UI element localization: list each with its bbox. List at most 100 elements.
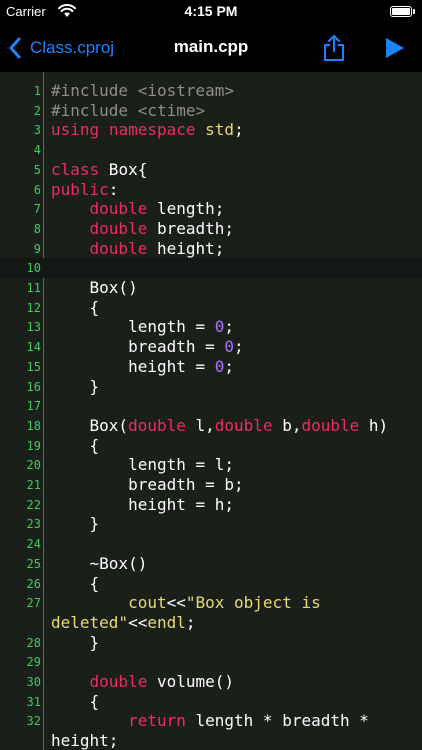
code-token: namespace	[108, 120, 196, 140]
share-icon[interactable]	[322, 34, 346, 62]
code-token: <<	[166, 593, 186, 613]
code-token: double	[301, 415, 360, 435]
line-number: 31	[26, 694, 41, 709]
line-number: 11	[26, 281, 41, 295]
code-token: double	[214, 415, 273, 435]
code-line[interactable]: 3 using namespace std;	[0, 120, 422, 140]
code-token: #include <iostream>	[51, 81, 235, 100]
line-number: 15	[26, 359, 41, 374]
line-code: double breadth;	[51, 218, 235, 239]
code-token: breadth = b;	[51, 475, 244, 494]
code-line[interactable]: 11 Box()	[0, 278, 422, 298]
code-line[interactable]: 21 breadth = b;	[0, 475, 422, 495]
code-token: height;	[147, 238, 225, 258]
code-line[interactable]: 15 height = 0;	[0, 357, 422, 377]
code-token: public	[51, 179, 109, 199]
line-number: 21	[26, 478, 41, 492]
code-token: "Box object is	[185, 593, 321, 613]
code-editor[interactable]: 1 #include <iostream> 2 #include <ctime> 3 us…	[0, 72, 422, 750]
code-line[interactable]: 12 {	[0, 298, 422, 318]
code-line[interactable]: height;	[0, 731, 422, 750]
code-line[interactable]: 19 {	[0, 436, 422, 456]
code-token: <<	[128, 612, 148, 632]
code-line[interactable]: deleted"<<endl;	[0, 613, 422, 633]
code-line[interactable]: 25 ~Box()	[0, 554, 422, 574]
code-line[interactable]: 27 cout<<"Box object is	[0, 593, 422, 613]
code-token: length;	[147, 199, 225, 219]
line-number: 23	[26, 517, 41, 532]
line-code: length = 0;	[51, 317, 234, 337]
line-number: 8	[33, 221, 41, 236]
line-number: 3	[33, 123, 41, 138]
code-token: }	[51, 514, 100, 534]
code-token: breadth;	[147, 218, 235, 238]
code-token: double	[89, 218, 148, 238]
line-code: Box()	[51, 278, 138, 298]
line-code: {	[51, 691, 100, 712]
code-token: double	[128, 415, 186, 435]
line-number: 13	[26, 320, 41, 335]
code-token: {	[51, 691, 100, 711]
code-token: length * breadth *	[185, 711, 369, 731]
line-code: {	[51, 573, 100, 594]
line-number: 4	[33, 143, 41, 158]
code-token: {	[51, 573, 100, 593]
code-line[interactable]: 9 double height;	[0, 239, 422, 259]
code-token: {	[51, 435, 100, 455]
code-line[interactable]: 16 }	[0, 377, 422, 397]
line-number: 7	[33, 202, 41, 217]
code-line[interactable]: 7 double length;	[0, 199, 422, 219]
code-token: double	[89, 199, 148, 219]
code-token: }	[51, 376, 100, 396]
line-number: 12	[26, 300, 41, 315]
code-line[interactable]: 5 class Box{	[0, 160, 422, 180]
code-line[interactable]: 6 public:	[0, 180, 422, 200]
line-code: double height;	[51, 238, 225, 259]
line-number: 20	[26, 458, 41, 473]
code-token: class	[51, 159, 100, 179]
code-line[interactable]: 1 #include <iostream>	[0, 81, 422, 101]
line-code: #include <iostream>	[51, 81, 234, 101]
line-number: 14	[26, 340, 41, 355]
chevron-left-icon	[9, 37, 21, 59]
code-line[interactable]: 2 #include <ctime>	[0, 101, 422, 121]
line-number: 5	[33, 162, 41, 177]
code-line[interactable]: 14 breadth = 0;	[0, 337, 422, 357]
code-line[interactable]: 24	[0, 534, 422, 554]
code-token: length = l;	[51, 455, 235, 475]
code-line[interactable]: 10	[0, 258, 422, 279]
code-token: l,	[185, 415, 215, 435]
code-line[interactable]: 4	[0, 140, 422, 160]
code-line[interactable]: 13 length = 0;	[0, 317, 422, 337]
code-line[interactable]: 18 Box(double l,double b,double h)	[0, 416, 422, 436]
code-line[interactable]: 28 }	[0, 633, 422, 653]
code-line[interactable]: 17	[0, 396, 422, 416]
code-line[interactable]: 30 double volume()	[0, 672, 422, 692]
code-line[interactable]: 23 }	[0, 514, 422, 534]
line-number: 16	[26, 379, 41, 394]
line-code: return length * breadth *	[51, 711, 369, 731]
line-number: 32	[26, 714, 41, 729]
code-line[interactable]: 32 return length * breadth *	[0, 711, 422, 731]
line-code: double length;	[51, 199, 225, 219]
line-number: 10	[26, 261, 41, 276]
line-number: 30	[26, 675, 41, 689]
line-code: {	[51, 297, 100, 318]
code-line[interactable]: 31 {	[0, 692, 422, 712]
code-token: {	[51, 297, 100, 317]
code-line[interactable]: 20 length = l;	[0, 455, 422, 475]
play-icon[interactable]	[383, 37, 405, 59]
battery-tip	[413, 9, 415, 14]
line-code: class Box{	[51, 160, 147, 180]
code-line[interactable]: 22 height = h;	[0, 495, 422, 515]
code-token: breadth =	[51, 337, 225, 357]
code-token: std	[205, 120, 235, 140]
code-line[interactable]: 26 {	[0, 574, 422, 594]
back-button[interactable]: Class.cproj	[8, 34, 114, 62]
line-number: 6	[33, 182, 41, 197]
code-line[interactable]: 8 double breadth;	[0, 219, 422, 239]
code-line[interactable]: 29	[0, 652, 422, 672]
line-number: 26	[26, 576, 41, 591]
